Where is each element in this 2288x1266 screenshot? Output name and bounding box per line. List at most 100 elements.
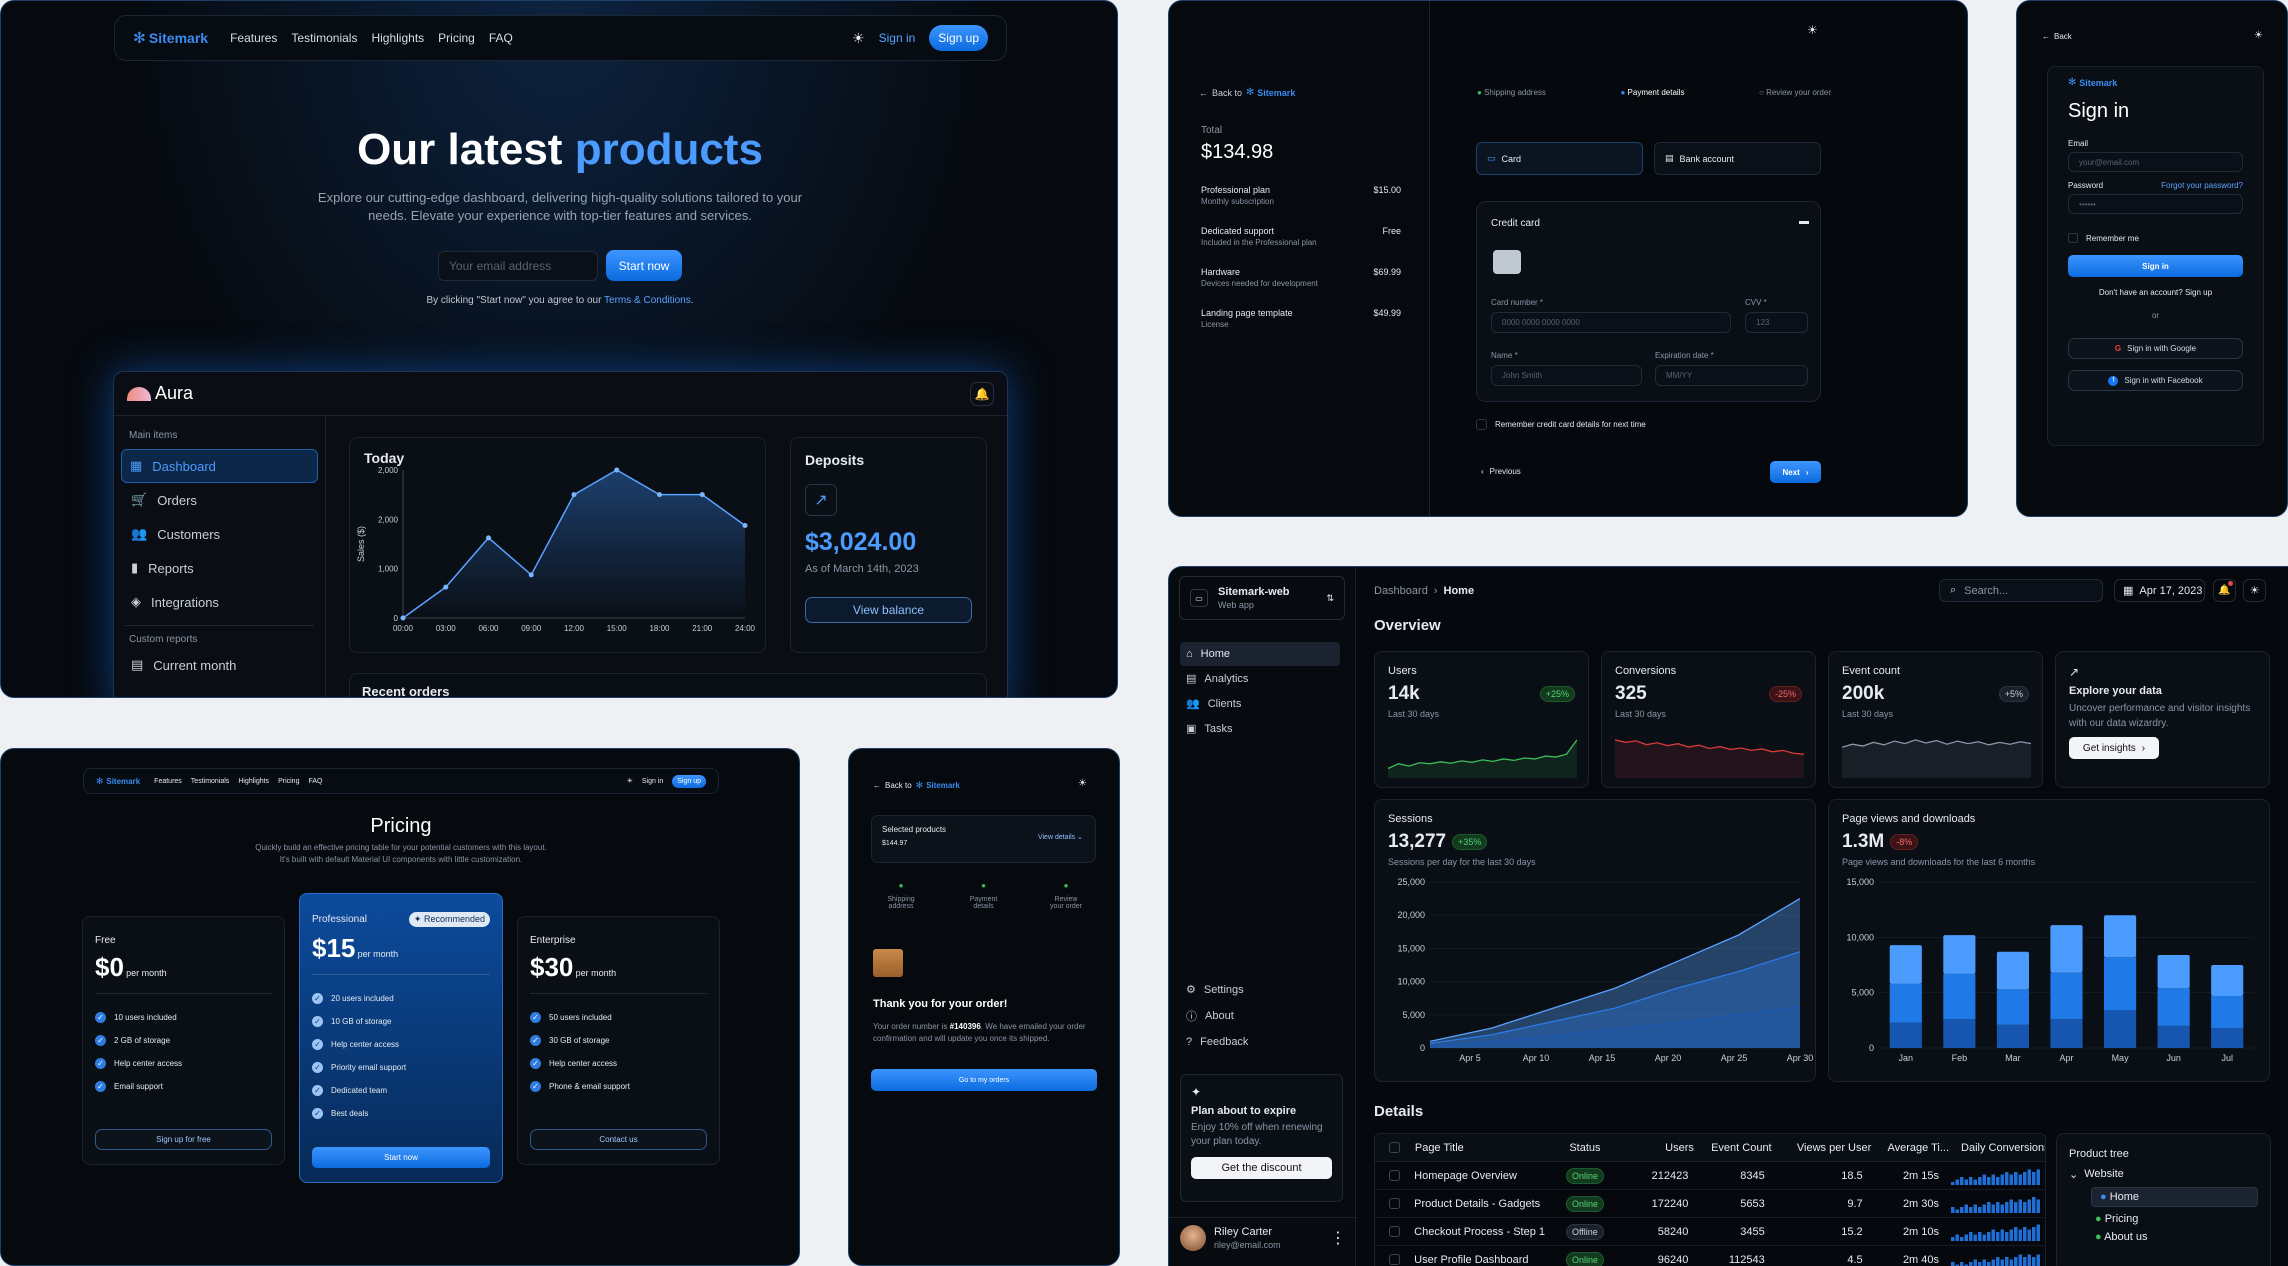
tree-node-website[interactable]: ⌄ Website [2069,1168,2258,1181]
signin-password-input[interactable]: •••••• [2068,194,2243,214]
checkbox[interactable] [1389,1254,1401,1265]
remember-me-checkbox[interactable]: Remember me [2068,233,2243,243]
pricing-logo[interactable]: ✻ Sitemark [96,776,140,787]
signin-link[interactable]: Sign in [879,31,916,45]
forgot-password-link[interactable]: Forgot your password? [2161,181,2243,190]
dash-theme-button[interactable]: ☀ [2243,579,2266,602]
nav-faq[interactable]: FAQ [489,31,513,45]
start-now-button[interactable]: Start now [312,1147,490,1168]
more-vertical-icon[interactable]: ⋮ [1330,1228,1346,1248]
nav-testimonials[interactable]: Testimonials [191,778,230,785]
date-picker[interactable]: ▦ Apr 17, 2023 [2114,579,2205,602]
table-row[interactable]: Checkout Process - Step 1 Offline 58240 345… [1375,1218,2045,1246]
google-signin-button[interactable]: G Sign in with Google [2068,338,2243,359]
sparkbar [1964,1204,1969,1213]
nav-pricing[interactable]: Pricing [278,778,299,785]
table-row[interactable]: Homepage Overview Online 212423 8345 18.5 2m … [1375,1162,2045,1190]
signin-theme-icon[interactable]: ☀ [2254,30,2263,41]
get-insights-button[interactable]: Get insights › [2069,737,2159,759]
theme-toggle-icon[interactable]: ☀ [852,30,865,47]
sparkbar [1982,1174,1987,1185]
tree-node-home[interactable]: ● Home [2091,1187,2258,1207]
dash-nav-settings[interactable]: ⚙ Settings [1180,977,1340,1002]
sparkbar [2023,1256,2027,1266]
aura-nav-dashboard[interactable]: ▦ Dashboard [121,449,318,483]
order-back[interactable]: ← Back to ✻ Sitemark [873,780,960,791]
cvv-input[interactable]: 123 [1745,312,1808,333]
tree-node-about[interactable]: ● About us [2095,1231,2258,1243]
stat-card-events: Event count 200k +5% Last 30 days [1828,651,2043,788]
signup-button[interactable]: Sign up [672,774,706,788]
signup-button[interactable]: Sign up [929,25,988,51]
dash-nav-home[interactable]: ⌂ Home [1180,642,1340,666]
aura-nav-integrations[interactable]: ◈ Integrations [121,585,318,619]
next-button[interactable]: Next › [1770,461,1821,483]
arrow-left-icon: ← [2042,32,2050,41]
checkbox[interactable] [1389,1198,1401,1209]
nav-features[interactable]: Features [230,31,277,45]
expiration-input[interactable]: MM/YY [1655,365,1808,386]
nav-testimonials[interactable]: Testimonials [291,31,357,45]
sparkbar [1982,1259,1987,1266]
dash-nav-feedback[interactable]: ? Feedback [1180,1030,1340,1054]
dash-notifications-button[interactable]: 🔔 [2213,579,2236,602]
signin-button[interactable]: Sign in [2068,255,2243,277]
contact-us-button[interactable]: Contact us [530,1129,707,1150]
card-number-input[interactable]: 0000 0000 0000 0000 [1491,312,1731,333]
nav-pricing[interactable]: Pricing [438,31,475,45]
table-row[interactable]: User Profile Dashboard Online 96240 112543 4… [1375,1246,2045,1266]
previous-button[interactable]: ‹ Previous [1481,467,1521,476]
table-row[interactable]: Product Details - Gadgets Online 172240 565… [1375,1190,2045,1218]
row-checkbox[interactable] [1375,1170,1414,1181]
today-sales-chart: 2,000 2,000 1,000 000:00 03:00 06:00 09:00 12:0… [356,466,756,633]
aura-nav-orders[interactable]: 🛒 Orders [121,483,318,517]
step-shipping: ● Shipping address [1477,88,1546,97]
row-checkbox[interactable] [1375,1198,1414,1209]
signin-link[interactable]: Sign in [642,778,663,785]
card-name-input[interactable]: John Smith [1491,365,1642,386]
checkout-theme-icon[interactable]: ☀ [1807,23,1818,37]
select-all-checkbox[interactable] [1389,1142,1401,1153]
nav-highlights[interactable]: Highlights [371,31,424,45]
dash-nav-about[interactable]: ⓘ About [1180,1002,1340,1030]
signin-back[interactable]: ← Back [2042,32,2072,41]
nav-highlights[interactable]: Highlights [238,778,269,785]
breadcrumb-dashboard[interactable]: Dashboard [1374,585,1428,597]
aura-nav-customers[interactable]: 👥 Customers [121,517,318,551]
checkbox[interactable] [1389,1226,1401,1237]
signup-free-button[interactable]: Sign up for free [95,1129,272,1150]
row-checkbox[interactable] [1375,1254,1414,1265]
terms-link[interactable]: Terms & Conditions [604,295,691,306]
nav-features[interactable]: Features [154,778,182,785]
remember-card-checkbox[interactable]: Remember credit card details for next ti… [1476,419,1646,430]
tree-node-pricing[interactable]: ● Pricing [2095,1213,2258,1225]
nav-faq[interactable]: FAQ [308,778,322,785]
order-theme-icon[interactable]: ☀ [1078,778,1087,789]
user-profile[interactable]: Riley Carter riley@email.com ⋮ [1180,1225,1346,1251]
hero-email-input[interactable]: Your email address [438,251,598,281]
dash-nav-clients[interactable]: 👥 Clients [1180,691,1340,716]
checkbox[interactable] [1389,1170,1401,1181]
get-discount-button[interactable]: Get the discount [1191,1157,1332,1179]
view-balance-button[interactable]: View balance [805,597,972,623]
notifications-icon[interactable]: 🔔 [970,381,994,406]
dash-search-input[interactable]: ⌕ Search... [1939,579,2103,602]
payment-type-bank[interactable]: ▤ Bank account [1654,142,1821,175]
aura-nav-current-month[interactable]: ▤ Current month [121,651,318,679]
row-checkbox[interactable] [1375,1226,1414,1237]
view-details-button[interactable]: View details ⌄ [1038,833,1083,841]
checkout-back[interactable]: ← Back to ✻ Sitemark [1199,87,1295,98]
aura-nav-reports[interactable]: ▮ Reports [121,551,318,585]
signup-link[interactable]: Don't have an account? Sign up [2068,288,2243,297]
x-tick-label: 15:00 [607,624,628,633]
dash-nav-tasks[interactable]: ▣ Tasks [1180,716,1340,741]
facebook-signin-button[interactable]: f Sign in with Facebook [2068,370,2243,391]
go-to-orders-button[interactable]: Go to my orders [871,1069,1097,1091]
signin-email-input[interactable]: your@email.com [2068,152,2243,172]
app-switcher[interactable]: ▭ Sitemark-web Web app ⇅ [1179,576,1345,620]
dash-nav-analytics[interactable]: ▤ Analytics [1180,666,1340,691]
payment-type-card[interactable]: ▭ Card [1476,142,1643,175]
sitemark-logo[interactable]: ✻ Sitemark [133,29,208,48]
theme-toggle-icon[interactable]: ☀ [627,777,633,785]
start-now-button[interactable]: Start now [606,250,682,281]
